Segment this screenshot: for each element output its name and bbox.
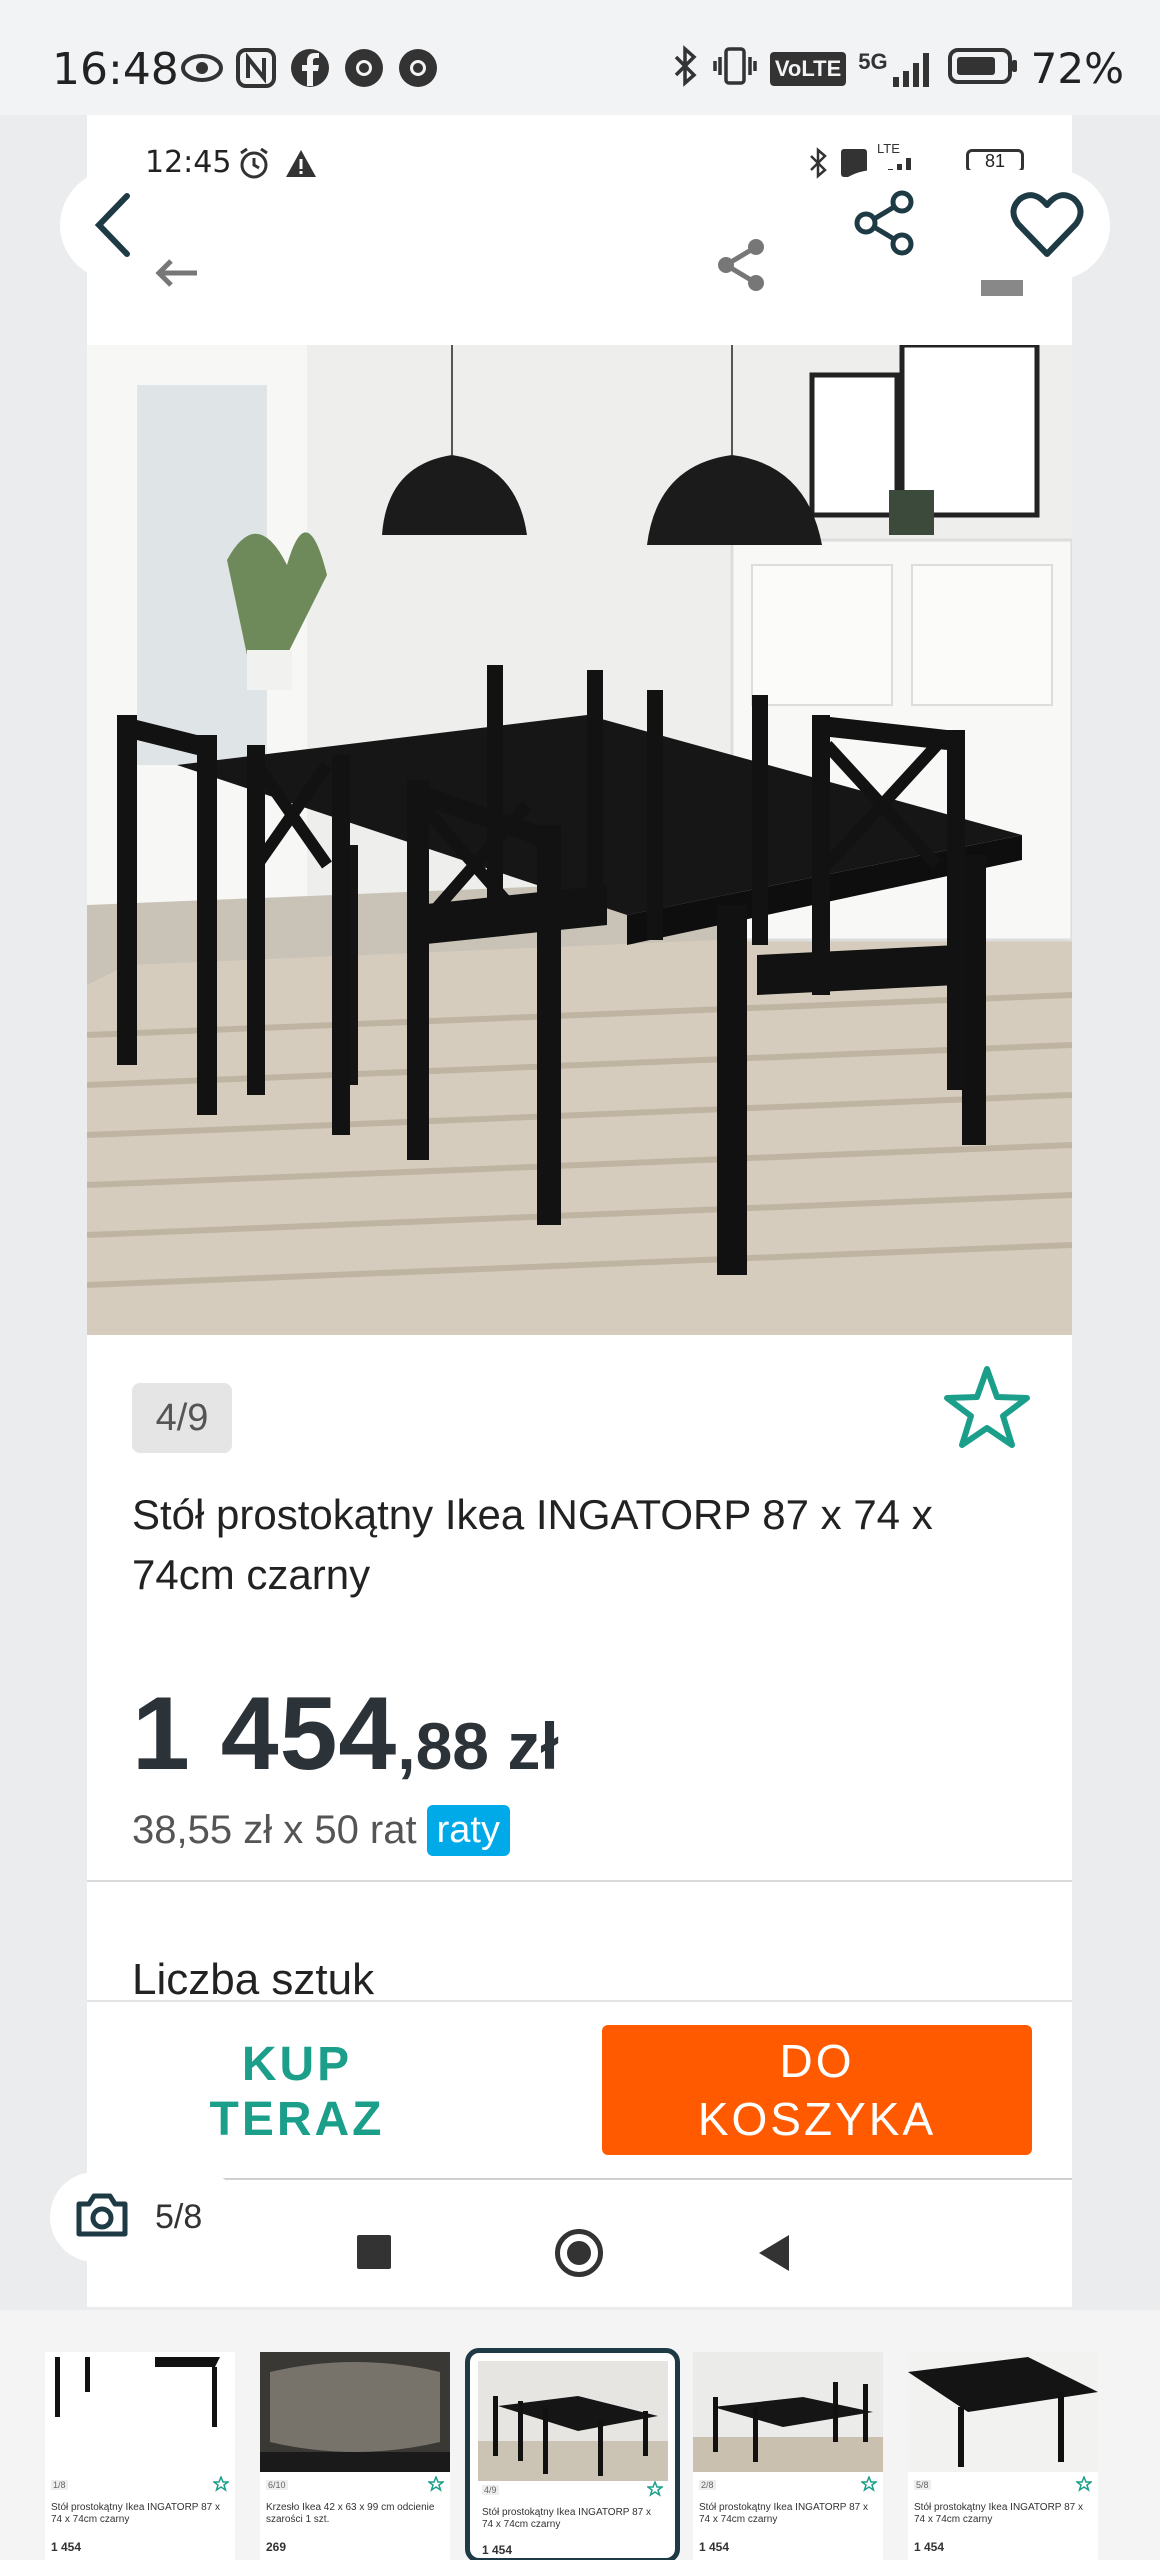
thumbnail-title: Stół prostokątny Ikea INGATORP 87 x 74 x…	[482, 2507, 651, 2530]
divider	[87, 1880, 1072, 1882]
star-icon[interactable]	[647, 2481, 663, 2497]
thumbnail-title: Stół prostokątny Ikea INGATORP 87 x 74 x…	[699, 2502, 868, 2525]
thumbnail-counter: 6/10	[266, 2480, 288, 2490]
installment-text: 38,55 zł x 50 rat	[132, 1808, 417, 1852]
thumbnail-title: Stół prostokątny Ikea INGATORP 87 x 74 x…	[51, 2502, 220, 2525]
thumbnail-image	[478, 2361, 668, 2481]
share-icon[interactable]	[850, 188, 920, 258]
installment-info: 38,55 zł x 50 rat raty	[132, 1805, 510, 1856]
add-to-cart-button[interactable]: DO KOSZYKA	[602, 2025, 1032, 2155]
thumbnail-counter: 4/9	[482, 2485, 499, 2495]
star-icon[interactable]	[1076, 2476, 1092, 2492]
chrome-icon	[342, 46, 386, 90]
product-page-screenshot: 12:45 LTE 81 4/9 Stół prostokątny Ikea I…	[87, 115, 1072, 2307]
thumbnail-price: 1 454	[914, 2540, 945, 2554]
chevron-left-icon	[94, 193, 130, 257]
thumbnail-counter: 1/8	[51, 2480, 68, 2490]
product-photo[interactable]	[87, 345, 1072, 1335]
price-fraction: ,88 zł	[397, 1709, 559, 1783]
thumbnail-counter: 2/8	[699, 2480, 716, 2490]
thumbnail-2[interactable]: 6/10 Krzesło Ikea 42 x 63 x 99 cm odcien…	[260, 2352, 450, 2560]
thumbnail-title: Stół prostokątny Ikea INGATORP 87 x 74 x…	[914, 2502, 1083, 2525]
quantity-label: Liczba sztuk	[132, 1955, 375, 2004]
network-type-label: 5G	[858, 48, 888, 74]
favorite-star-icon[interactable]	[942, 1363, 1032, 1453]
thumbnail-image	[45, 2352, 235, 2472]
viewer-actions	[820, 170, 1110, 280]
thumbnail-price: 1 454	[699, 2540, 730, 2554]
thumbnail-price: 269	[266, 2540, 287, 2554]
purchase-bar: KUP TERAZ DO KOSZYKA	[87, 2000, 1072, 2180]
star-icon[interactable]	[213, 2476, 229, 2492]
inner-share-icon	[712, 235, 772, 295]
thumbnail-price: 1 454	[482, 2543, 513, 2557]
warning-icon	[284, 147, 318, 186]
camera-icon	[75, 2192, 129, 2243]
thumbnail-4[interactable]: 2/8 Stół prostokątny Ikea INGATORP 87 x …	[693, 2352, 883, 2560]
alarm-icon	[237, 147, 271, 186]
product-price: 1 454,88 zł	[132, 1675, 559, 1794]
back-triangle-icon	[759, 2235, 789, 2271]
facebook-icon	[288, 46, 332, 90]
battery-icon	[947, 46, 1019, 91]
battery-percent: 72%	[1030, 44, 1124, 93]
thumbnail-title: Krzesło Ikea 42 x 63 x 99 cm odcienie sz…	[266, 2502, 435, 2525]
status-bar: 16:48 VoLTE 5G 72%	[0, 0, 1160, 115]
system-status-icons: VoLTE 5G 72%	[670, 44, 1124, 93]
thumbnail-1[interactable]: 1/8 Stół prostokątny Ikea INGATORP 87 x …	[45, 2352, 235, 2560]
status-time: 16:48	[52, 44, 179, 95]
thumbnail-5[interactable]: 5/8 Stół prostokątny Ikea INGATORP 87 x …	[908, 2352, 1098, 2560]
nfc-icon	[234, 46, 278, 90]
recents-icon	[357, 2235, 391, 2269]
home-icon	[555, 2229, 603, 2277]
bluetooth-icon	[807, 147, 829, 184]
thumbnail-image	[260, 2352, 450, 2472]
inner-network-label: LTE	[877, 141, 900, 156]
photo-counter: 5/8	[155, 2197, 203, 2236]
thumbnail-image	[908, 2352, 1098, 2472]
photo-counter-pill[interactable]: 5/8	[50, 2172, 245, 2262]
back-button[interactable]	[60, 170, 170, 280]
thumbnail-price: 1 454	[51, 2540, 82, 2554]
bluetooth-icon	[670, 45, 700, 92]
heart-icon[interactable]	[1010, 190, 1084, 260]
notification-icons	[180, 46, 440, 90]
star-icon[interactable]	[861, 2476, 877, 2492]
vibrate-icon	[712, 45, 758, 92]
product-title: Stół prostokątny Ikea INGATORP 87 x 74 x…	[132, 1491, 933, 1598]
thumbnail-3-selected[interactable]: 4/9 Stół prostokątny Ikea INGATORP 87 x …	[465, 2348, 680, 2560]
eye-icon	[180, 46, 224, 90]
volte-icon: VoLTE	[769, 51, 847, 86]
chrome-icon	[396, 46, 440, 90]
star-icon[interactable]	[428, 2476, 444, 2492]
signal-5g-icon: 5G	[858, 49, 934, 89]
thumbnail-image	[693, 2352, 883, 2472]
buy-now-button[interactable]: KUP TERAZ	[147, 2037, 447, 2146]
thumbnail-strip: 1/8 Stół prostokątny Ikea INGATORP 87 x …	[0, 2310, 1160, 2560]
price-main: 1 454	[132, 1676, 398, 1792]
installment-badge[interactable]: raty	[426, 1805, 510, 1856]
inner-status-time: 12:45	[145, 145, 232, 180]
image-counter-badge: 4/9	[132, 1383, 232, 1453]
thumbnail-counter: 5/8	[914, 2480, 931, 2490]
